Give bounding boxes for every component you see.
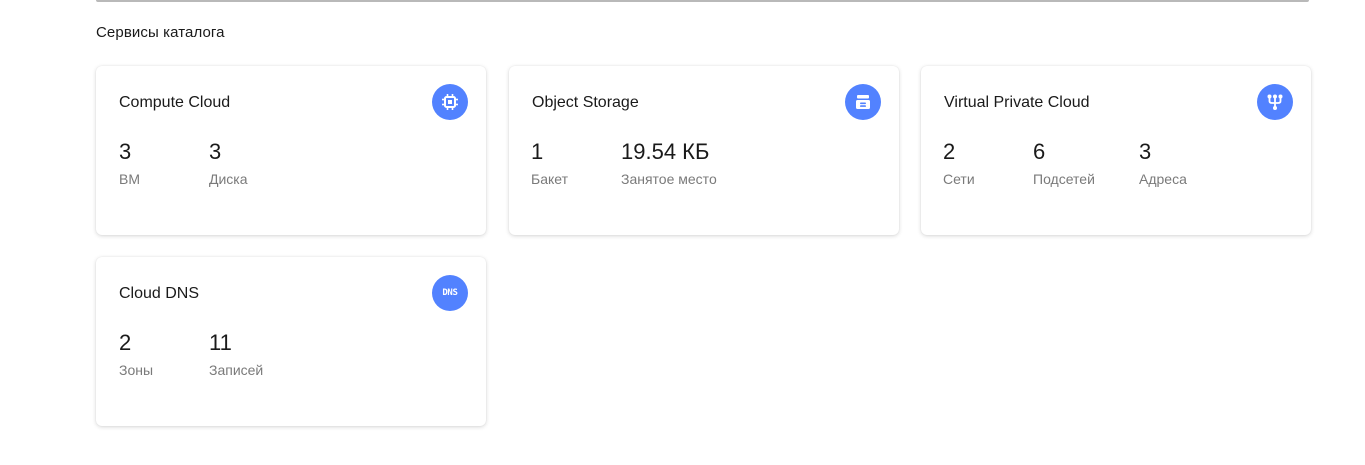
chip-icon [432,84,468,120]
card-title: Compute Cloud [119,94,231,111]
stat-value: 3 [209,139,222,164]
stat-label: Зоны [119,362,154,378]
section-title: Сервисы каталога [96,24,225,41]
stat-used-space: 19.54 КБ Занятое место [621,139,717,188]
network-icon [1257,84,1293,120]
card-cloud-dns[interactable]: Cloud DNS DNS 2 Зоны 11 Записей [96,257,486,426]
card-title: Cloud DNS [119,285,200,302]
top-divider [96,0,1309,2]
stat-label: Занятое место [621,171,717,187]
stat-records: 11 Записей [209,330,264,379]
stat-value: 11 [209,330,232,355]
card-title: Virtual Private Cloud [944,94,1090,111]
stat-buckets: 1 Бакет [531,139,568,188]
stat-value: 2 [119,330,132,355]
card-title: Object Storage [532,94,639,111]
stat-label: Записей [209,362,264,378]
stat-addresses: 3 Адреса [1139,139,1187,188]
stat-value: 19.54 КБ [621,139,710,164]
stat-label: Диска [209,171,248,187]
stat-vm: 3 ВМ [119,139,140,188]
stat-subnets: 6 Подсетей [1033,139,1095,188]
card-virtual-private-cloud[interactable]: Virtual Private Cloud 2 Сети 6 Подсетей … [921,66,1311,235]
card-object-storage[interactable]: Object Storage 1 Бакет 19.54 КБ Занятое … [509,66,899,235]
card-compute-cloud[interactable]: Compute Cloud 3 ВМ 3 Диска [96,66,486,235]
dns-icon-text: DNS [442,288,458,298]
stat-label: Подсетей [1033,171,1095,187]
stat-zones: 2 Зоны [119,330,154,379]
stat-value: 1 [531,139,544,164]
stat-value: 3 [1139,139,1152,164]
stat-label: ВМ [119,171,140,187]
stat-networks: 2 Сети [943,139,975,188]
stat-label: Сети [943,171,975,187]
stat-value: 3 [119,139,132,164]
stat-disks: 3 Диска [209,139,248,188]
stat-value: 6 [1033,139,1046,164]
stat-label: Бакет [531,171,568,187]
stat-value: 2 [943,139,956,164]
storage-bucket-icon [845,84,881,120]
stat-label: Адреса [1139,171,1187,187]
dns-icon: DNS [432,275,468,311]
